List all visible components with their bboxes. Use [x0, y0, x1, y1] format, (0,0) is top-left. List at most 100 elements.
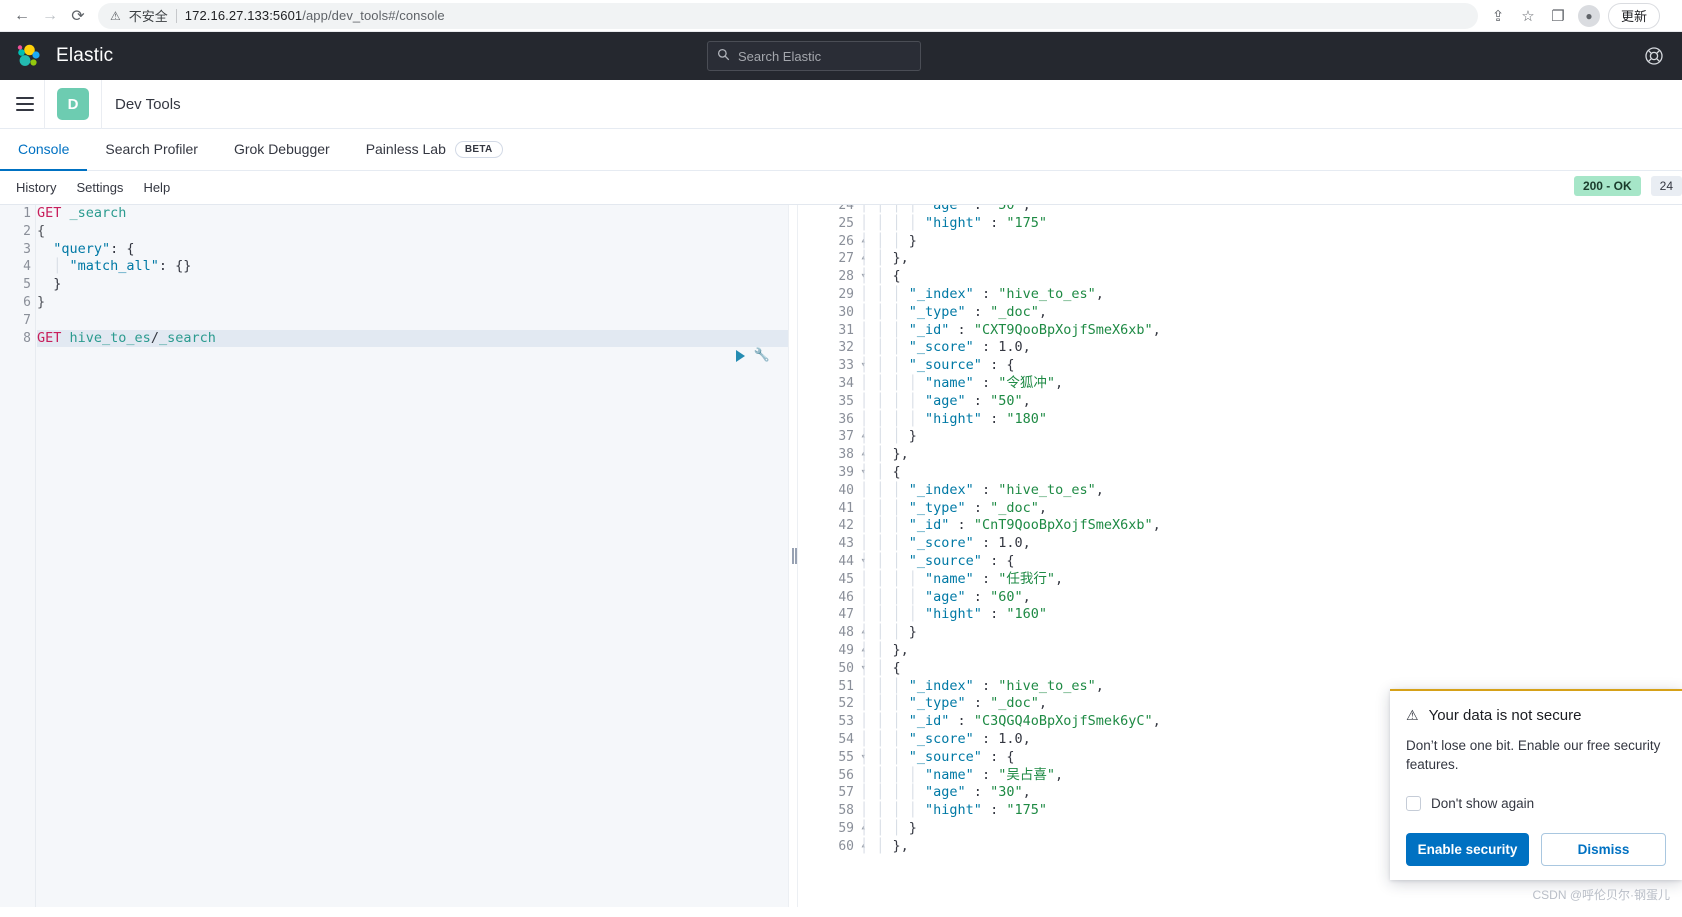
line-number: 57 [838, 785, 854, 801]
watermark-text: CSDN @呼伦贝尔·钢蛋儿 [1532, 888, 1670, 902]
line-number: 38 ▴ [838, 447, 866, 463]
line-number: 1 [23, 206, 31, 221]
code-line: │ │ │ │ "age" : "50", [860, 392, 1031, 409]
code-line: "query": { [53, 240, 135, 257]
line-number: 53 [838, 714, 854, 730]
tab-painless-lab-label: Painless Lab [365, 141, 446, 157]
line-number: 33 ▾ [838, 358, 866, 374]
code-line: │ │ │ │ "age" : "50", [860, 205, 1031, 213]
request-editor[interactable]: 1 2▾3▾45▴6▴7 8 GET _search{ "query": { │ "… [0, 205, 788, 907]
tab-painless-lab[interactable]: Painless Lab BETA [348, 129, 521, 171]
tab-console-label: Console [18, 141, 70, 157]
address-bar[interactable]: ⚠ 不安全 172.16.27.133:5601/app/dev_tools#/… [98, 2, 1478, 29]
line-number: 5▴ [0, 276, 43, 294]
page-title: Dev Tools [115, 95, 181, 113]
request-code[interactable]: GET _search{ "query": { │ "match_all": {… [37, 205, 788, 363]
code-line: │ │ }, [860, 446, 909, 463]
line-number: 7 [23, 312, 31, 328]
resizer-grip [792, 548, 797, 564]
code-line: │ │ │ "_id" : "CnT9QooBpXojfSmeX6xb", [860, 517, 1161, 534]
line-number: 37 ▴ [838, 429, 866, 445]
tab-grok-debugger-label: Grok Debugger [233, 141, 330, 157]
elastic-logo-icon[interactable] [16, 43, 42, 69]
not-secure-label: 不安全 [128, 9, 168, 24]
code-line: │ │ │ } [860, 428, 917, 445]
side-panel-icon[interactable]: ❐ [1544, 2, 1572, 30]
code-line: │ │ │ "_source" : { [860, 552, 1015, 569]
warning-triangle-icon: ⚠ [1406, 707, 1419, 723]
star-icon[interactable]: ☆ [1514, 2, 1542, 30]
code-line: │ │ { [860, 268, 901, 285]
line-number: 26 ▴ [838, 233, 866, 249]
nav-divider-1 [44, 79, 45, 129]
share-icon[interactable]: ⇪ [1484, 2, 1512, 30]
app-nav-bar: D Dev Tools [0, 79, 1682, 129]
url-host: 172.16.27.133:5601 [184, 8, 303, 23]
request-gutter: 1 2▾3▾45▴6▴7 8 [0, 205, 43, 907]
url-path: /app/dev_tools#/console [302, 8, 445, 23]
search-icon [717, 48, 730, 64]
code-line: │ │ │ │ "hight" : "180" [860, 410, 1047, 427]
line-number: 52 [838, 696, 854, 712]
code-line: │ │ │ } [860, 232, 917, 249]
reload-button[interactable]: ⟳ [64, 2, 92, 30]
request-actions: 🔧 [735, 347, 770, 365]
toast-actions: Enable security Dismiss [1406, 833, 1666, 866]
help-lifebuoy-icon[interactable] [1644, 46, 1664, 66]
pane-resizer[interactable] [788, 205, 798, 907]
wrench-icon[interactable]: 🔧 [754, 347, 770, 365]
line-number: 56 [838, 767, 854, 783]
line-number: 35 [838, 393, 854, 409]
forward-button[interactable]: → [36, 2, 64, 30]
line-number: 49 ▴ [838, 642, 866, 658]
dont-show-again-checkbox[interactable] [1406, 796, 1421, 811]
dont-show-again-row[interactable]: Don't show again [1406, 796, 1666, 811]
browser-actions: ⇪ ☆ ❐ ● 更新 [1484, 2, 1661, 30]
line-number: 36 [838, 411, 854, 427]
hamburger-menu-icon[interactable] [6, 97, 44, 111]
update-button[interactable]: 更新 [1608, 2, 1661, 29]
tab-console[interactable]: Console [0, 129, 88, 171]
code-line: │ │ { [860, 463, 901, 480]
line-number: 30 [838, 304, 854, 320]
line-number: 55 ▾ [838, 749, 866, 765]
global-search-input[interactable]: Search Elastic [707, 41, 921, 71]
line-number: 48 ▴ [838, 625, 866, 641]
code-line: │ │ │ "_score" : 1.0, [860, 535, 1031, 552]
line-number: 40 [838, 482, 854, 498]
tab-grok-debugger[interactable]: Grok Debugger [216, 129, 348, 171]
back-button[interactable]: ← [8, 2, 36, 30]
code-line: GET hive_to_es/_search 🔧 [37, 329, 788, 363]
toast-header: ⚠ Your data is not secure [1406, 707, 1666, 724]
settings-button[interactable]: Settings [66, 180, 133, 195]
line-number: 4 [23, 259, 31, 275]
code-line: │ │ │ "_type" : "_doc", [860, 499, 1047, 516]
code-line: │ │ │ "_id" : "CXT9QooBpXojfSmeX6xb", [860, 321, 1161, 338]
line-number: 42 [838, 518, 854, 534]
history-button[interactable]: History [6, 180, 66, 195]
browser-toolbar: ← → ⟳ ⚠ 不安全 172.16.27.133:5601/app/dev_t… [0, 0, 1682, 32]
line-number: 2▾ [0, 223, 43, 241]
help-button[interactable]: Help [133, 180, 180, 195]
line-number: 54 [838, 731, 854, 747]
nav-divider-2 [101, 79, 102, 129]
play-request-icon[interactable] [735, 350, 745, 363]
line-number: 31 [838, 322, 854, 338]
line-number: 46 [838, 589, 854, 605]
line-number: 29 [838, 286, 854, 302]
enable-security-button[interactable]: Enable security [1406, 833, 1529, 866]
code-line: │ │ │ "_type" : "_doc", [860, 303, 1047, 320]
profile-avatar-icon[interactable]: ● [1578, 4, 1600, 27]
code-line: │ │ │ │ "age" : "60", [860, 588, 1031, 605]
dismiss-button[interactable]: Dismiss [1541, 833, 1666, 866]
tab-search-profiler[interactable]: Search Profiler [87, 129, 216, 171]
console-toolbar: History Settings Help 200 - OK 24 [0, 171, 1682, 205]
code-line: │ │ }, [860, 250, 909, 267]
toast-title-text: Your data is not secure [1428, 707, 1582, 724]
url-text: 172.16.27.133:5601/app/dev_tools#/consol… [185, 8, 445, 23]
code-line: │ │ │ "_source" : { [860, 357, 1015, 374]
line-number: 59 ▴ [838, 820, 866, 836]
app-badge: D [57, 88, 89, 120]
code-line: │ │ }, [860, 641, 909, 658]
